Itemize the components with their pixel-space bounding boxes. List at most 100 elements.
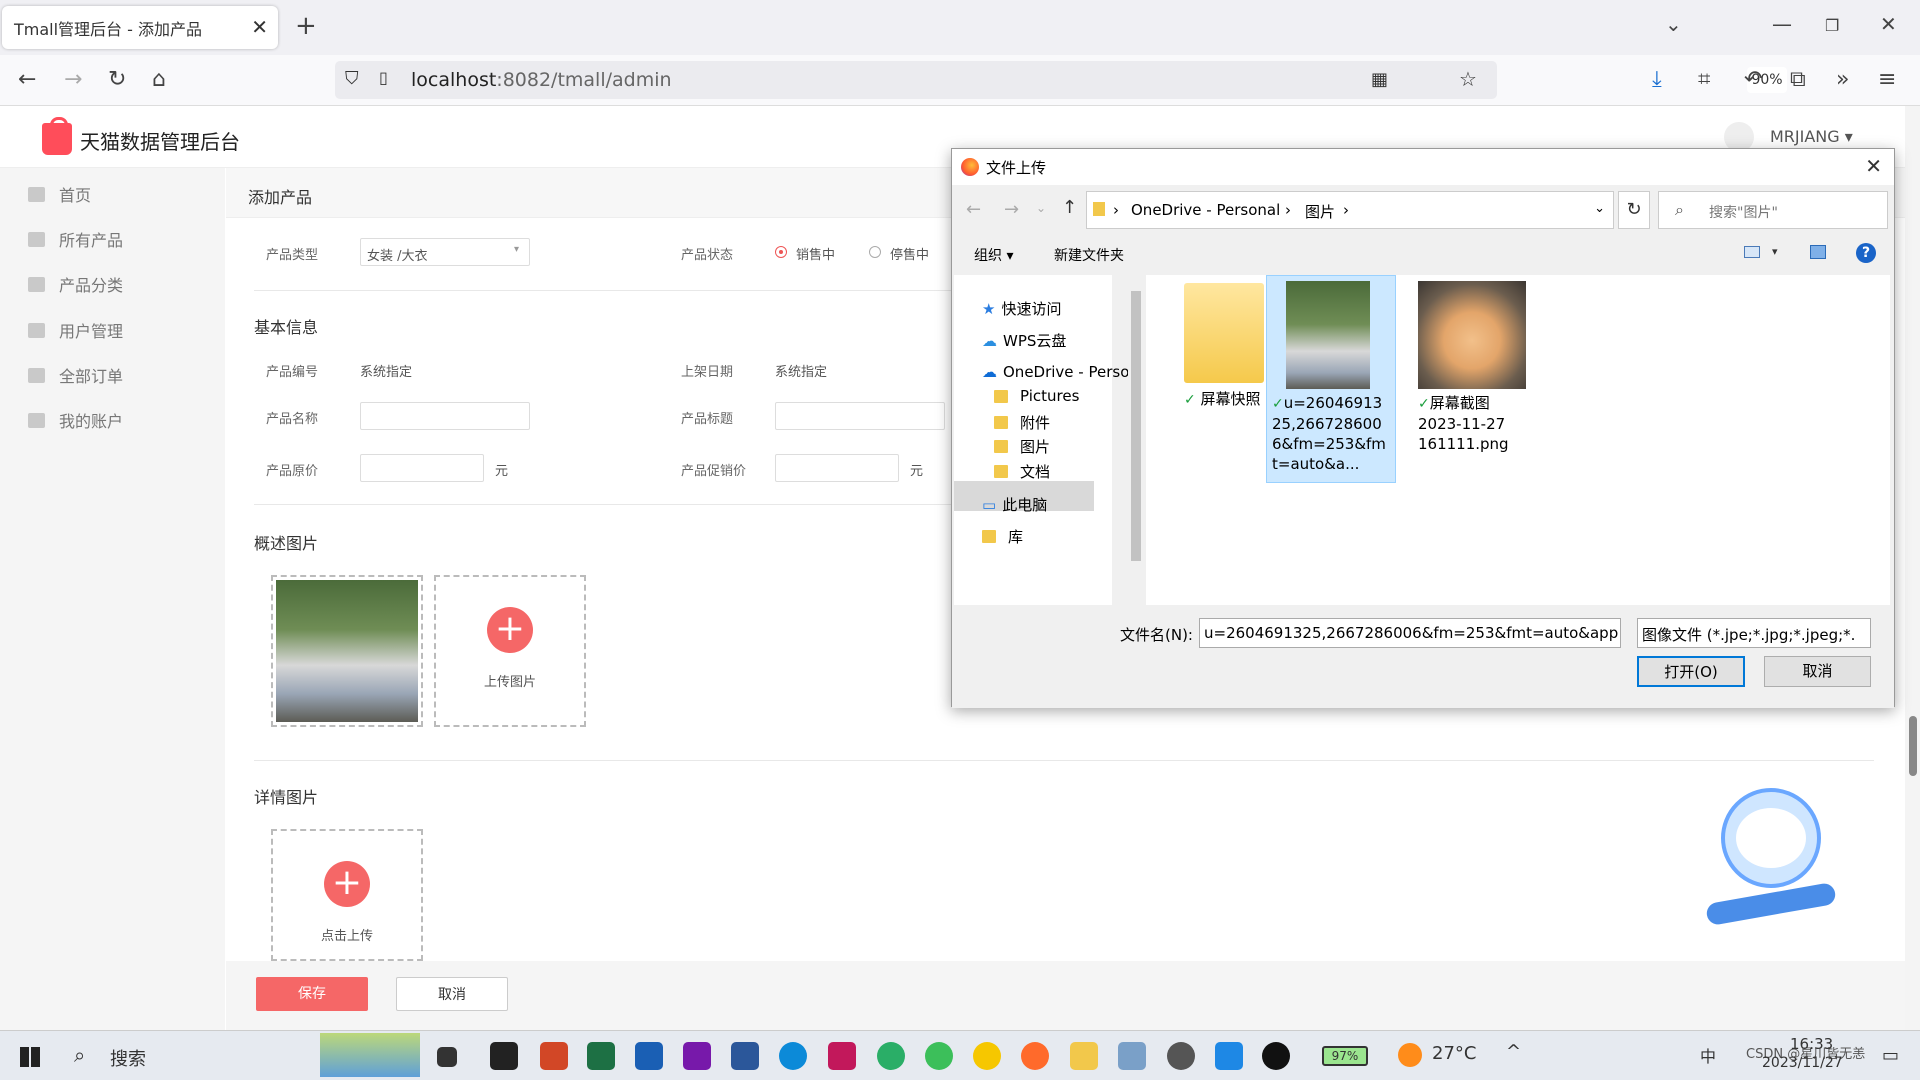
screenshot-icon[interactable]: ⌗ xyxy=(1698,67,1710,92)
new-tab-icon[interactable]: + xyxy=(295,11,317,41)
app-icon[interactable] xyxy=(1215,1042,1243,1070)
nav-scrollbar[interactable] xyxy=(1128,275,1144,605)
back-icon[interactable]: ← xyxy=(18,67,36,92)
qr-code-icon[interactable]: ▦ xyxy=(1371,69,1388,90)
help-icon[interactable]: ? xyxy=(1856,243,1876,263)
task-view-icon[interactable] xyxy=(437,1047,457,1067)
url-bar[interactable]: ⛉ ▯ localhost:8082/tmall/admin ▦ 90% ☆ xyxy=(335,61,1787,99)
app-icon[interactable] xyxy=(973,1042,1001,1070)
address-bar[interactable]: › OneDrive - Personal › 图片 › ⌄ xyxy=(1086,191,1614,229)
subtitle-input[interactable] xyxy=(775,402,945,430)
promo-price-input[interactable] xyxy=(775,454,899,482)
nav-documents[interactable]: 文档 xyxy=(994,461,1050,482)
nav-libraries[interactable]: 库 xyxy=(982,526,1023,547)
scrollbar-thumb[interactable] xyxy=(1909,716,1917,776)
cancel-button[interactable]: 取消 xyxy=(396,977,508,1011)
sticky-app-icon[interactable] xyxy=(490,1042,518,1070)
path-onedrive[interactable]: OneDrive - Personal xyxy=(1131,201,1280,219)
intellij-icon[interactable] xyxy=(828,1042,856,1070)
save-button[interactable]: 保存 xyxy=(256,977,368,1011)
chevron-up-icon[interactable]: ^ xyxy=(1506,1041,1521,1062)
browser-tab[interactable]: Tmall管理后台 - 添加产品 ✕ xyxy=(2,6,278,49)
file-explorer-icon[interactable] xyxy=(1070,1042,1098,1070)
qq-icon[interactable] xyxy=(1262,1042,1290,1070)
powerpoint-icon[interactable] xyxy=(540,1042,568,1070)
detail-upload-button[interactable]: + 点击上传 xyxy=(271,829,423,961)
sidebar-item-products[interactable]: 所有产品 xyxy=(28,227,123,251)
clock-date[interactable]: 2023/11/27 xyxy=(1762,1055,1843,1071)
scrollbar-thumb[interactable] xyxy=(1131,291,1141,561)
preview-pane-icon[interactable] xyxy=(1810,245,1826,259)
sidebar-item-home[interactable]: 首页 xyxy=(28,182,91,206)
wechat-icon[interactable] xyxy=(877,1042,905,1070)
page-scrollbar[interactable] xyxy=(1905,106,1920,1030)
search-input[interactable]: ⌕ 搜索"图片" xyxy=(1658,191,1888,229)
status-off-radio[interactable] xyxy=(869,246,881,258)
taskbar-search[interactable]: ⌕ 搜索 xyxy=(60,1033,420,1077)
bookmark-star-icon[interactable]: ☆ xyxy=(1459,67,1477,91)
close-tab-icon[interactable]: ✕ xyxy=(251,15,268,39)
organize-button[interactable]: 组织 ▾ xyxy=(974,245,1013,265)
close-window-icon[interactable]: ✕ xyxy=(1880,12,1897,36)
more-tools-icon[interactable]: » xyxy=(1836,67,1849,92)
nav-wps-cloud[interactable]: ☁ WPS云盘 xyxy=(982,330,1066,351)
tab-list-icon[interactable]: ⌄ xyxy=(1665,12,1682,36)
download-icon[interactable]: ⤓ xyxy=(1652,67,1662,92)
undo-icon[interactable]: ↶ xyxy=(1744,67,1762,92)
filetype-select[interactable]: 图像文件 (*.jpe;*.jpg;*.jpeg;*. xyxy=(1637,618,1871,648)
name-input[interactable] xyxy=(360,402,530,430)
edge-icon[interactable] xyxy=(779,1042,807,1070)
back-icon[interactable]: ← xyxy=(966,199,981,220)
nav-pictures[interactable]: 图片 xyxy=(994,436,1050,457)
onenote-icon[interactable] xyxy=(683,1042,711,1070)
nav-pictures-en[interactable]: Pictures xyxy=(994,387,1079,405)
nav-attachments[interactable]: 附件 xyxy=(994,412,1050,433)
extensions-icon[interactable]: ⧉ xyxy=(1790,67,1806,92)
view-icon[interactable] xyxy=(1744,246,1760,258)
dialog-cancel-button[interactable]: 取消 xyxy=(1764,656,1871,687)
minimize-icon[interactable]: — xyxy=(1772,12,1792,36)
home-icon[interactable]: ⌂ xyxy=(152,67,166,92)
nav-quick-access[interactable]: ★ 快速访问 xyxy=(982,298,1061,319)
menu-icon[interactable]: ≡ xyxy=(1878,67,1896,92)
battery-indicator[interactable]: 97% xyxy=(1322,1046,1368,1066)
excel-icon[interactable] xyxy=(587,1042,615,1070)
nav-this-pc[interactable]: ▭ 此电脑 xyxy=(982,494,1047,515)
upload-image-button[interactable]: + 上传图片 xyxy=(434,575,586,727)
file-item-photo[interactable]: ✓u=2604691325,2667286006&fm=253&fmt=auto… xyxy=(1272,281,1388,474)
file-item-screenshot[interactable]: ✓屏幕截图 2023-11-27 161111.png xyxy=(1418,281,1538,454)
sidebar-item-account[interactable]: 我的账户 xyxy=(28,408,123,432)
overview-image-thumb[interactable] xyxy=(271,575,423,727)
forward-icon[interactable]: → xyxy=(1004,199,1019,220)
word-icon[interactable] xyxy=(731,1042,759,1070)
forward-icon[interactable]: → xyxy=(64,67,82,92)
refresh-icon[interactable]: ↻ xyxy=(1618,191,1650,229)
app-icon[interactable] xyxy=(925,1042,953,1070)
chevron-down-icon[interactable]: ▾ xyxy=(1772,245,1778,258)
reload-icon[interactable]: ↻ xyxy=(108,67,126,92)
type-select[interactable]: 女装 /大衣 ▾ xyxy=(360,238,530,266)
status-on-radio[interactable] xyxy=(775,246,787,258)
price-input[interactable] xyxy=(360,454,484,482)
chevron-down-icon[interactable]: ⌄ xyxy=(1594,201,1605,216)
sidebar-item-categories[interactable]: 产品分类 xyxy=(28,272,123,296)
recent-icon[interactable]: ⌄ xyxy=(1036,201,1046,215)
new-folder-button[interactable]: 新建文件夹 xyxy=(1054,245,1124,265)
vscode-app-icon[interactable] xyxy=(635,1042,663,1070)
sidebar-item-orders[interactable]: 全部订单 xyxy=(28,363,123,387)
settings-gear-icon[interactable] xyxy=(1167,1042,1195,1070)
sidebar-item-users[interactable]: 用户管理 xyxy=(28,318,123,342)
weather-icon[interactable] xyxy=(1398,1043,1422,1067)
user-menu[interactable]: MRJIANG ▾ xyxy=(1770,127,1853,146)
close-dialog-icon[interactable]: ✕ xyxy=(1865,154,1882,178)
notification-icon[interactable]: ▭ xyxy=(1882,1045,1899,1066)
shield-icon[interactable]: ⛉ xyxy=(345,68,359,89)
nav-onedrive[interactable]: ☁ OneDrive - Perso xyxy=(982,363,1129,381)
restore-icon[interactable]: ❐ xyxy=(1825,16,1839,35)
windows-start-icon[interactable] xyxy=(20,1047,40,1067)
up-icon[interactable]: ↑ xyxy=(1062,197,1077,218)
path-pictures[interactable]: 图片 xyxy=(1305,201,1335,222)
temperature[interactable]: 27°C xyxy=(1432,1043,1476,1064)
app-icon[interactable] xyxy=(1118,1042,1146,1070)
clock-time[interactable]: 16:33 xyxy=(1790,1035,1833,1053)
